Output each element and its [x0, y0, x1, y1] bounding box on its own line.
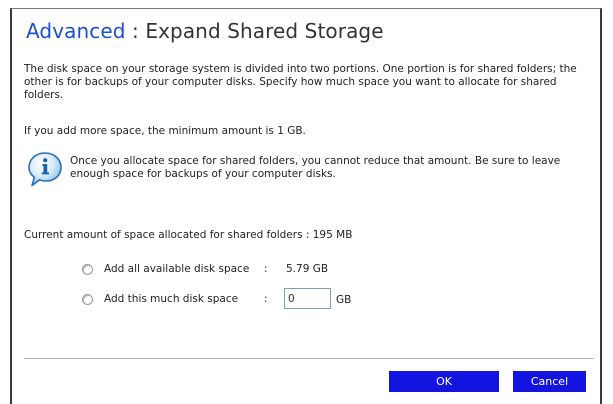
ok-button[interactable]: OK: [389, 371, 499, 392]
intro-text: The disk space on your storage system is…: [24, 63, 577, 101]
add-all-label: Add all available disk space: [104, 263, 250, 275]
cancel-button[interactable]: Cancel: [513, 371, 586, 392]
current-allocation-text: Current amount of space allocated for sh…: [24, 229, 353, 241]
add-custom-separator: :: [264, 293, 268, 305]
add-custom-radio[interactable]: [82, 294, 93, 305]
add-all-separator: :: [264, 263, 268, 275]
add-all-radio[interactable]: [82, 264, 93, 275]
title-section: Advanced: [26, 19, 126, 43]
page: Advanced : Expand Shared Storage The dis…: [0, 0, 613, 404]
page-title: Advanced : Expand Shared Storage: [26, 19, 384, 43]
info-text: Once you allocate space for shared folde…: [70, 155, 561, 180]
divider: [24, 358, 594, 359]
amount-unit-label: GB: [336, 294, 352, 306]
available-space-value: 5.79 GB: [286, 263, 329, 275]
info-speech-bubble-icon: [28, 152, 62, 187]
title-separator: :: [125, 19, 146, 43]
disk-space-amount-input[interactable]: [284, 288, 331, 309]
title-page: Expand Shared Storage: [145, 19, 384, 43]
add-custom-label: Add this much disk space: [104, 293, 239, 305]
minimum-text: If you add more space, the minimum amoun…: [24, 125, 306, 137]
